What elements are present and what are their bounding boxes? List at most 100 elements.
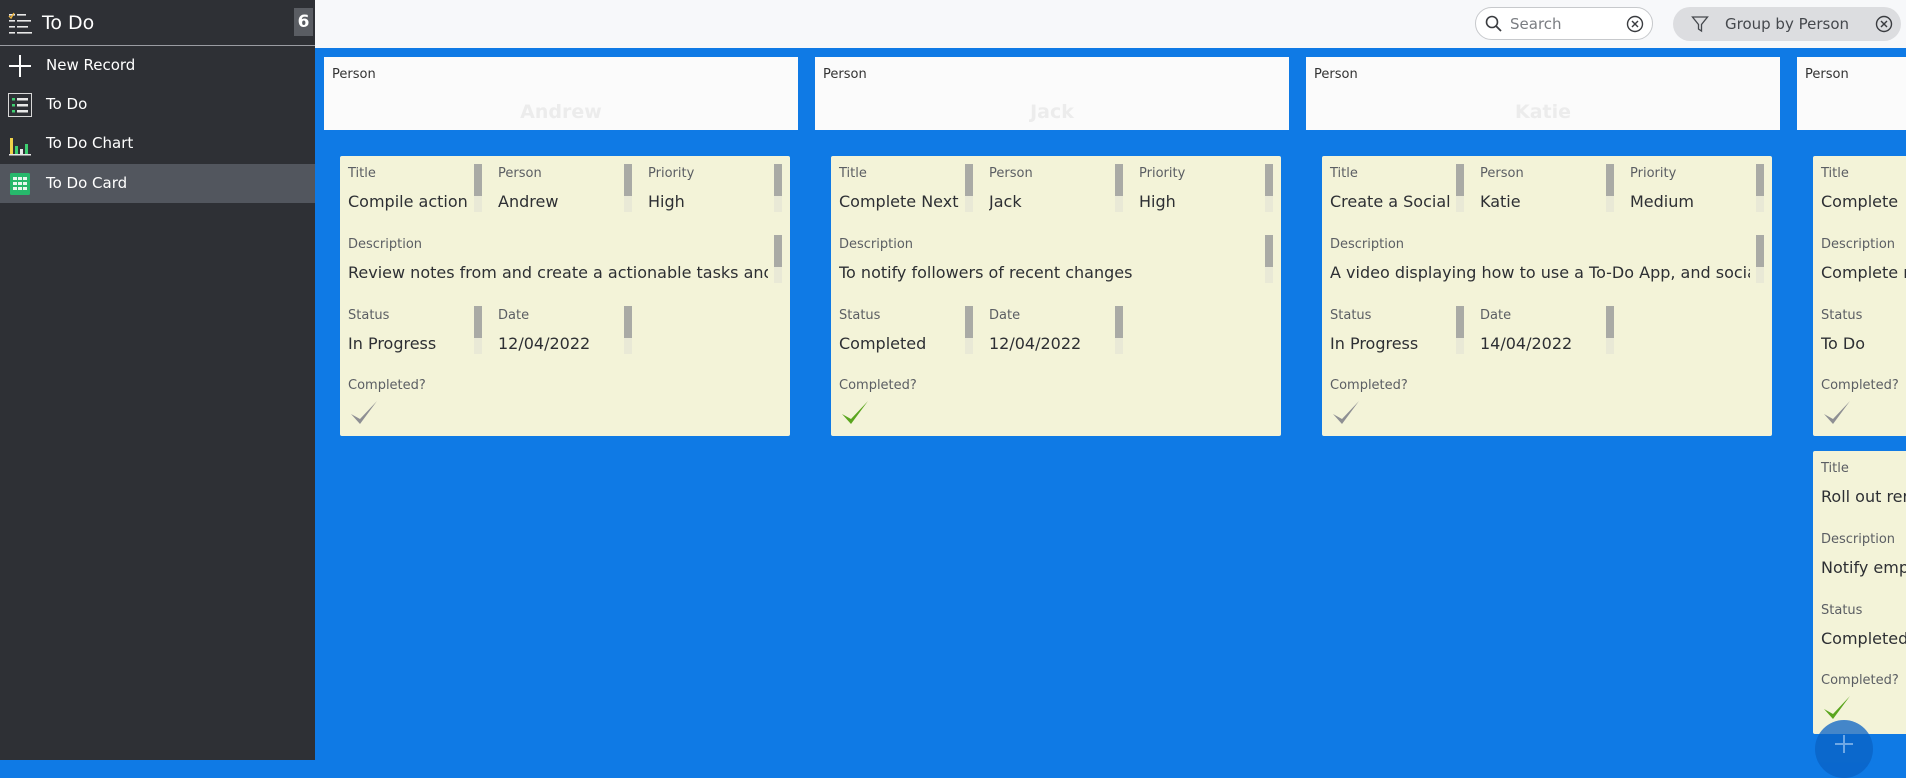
bar-chart-icon [9,138,31,156]
record-card[interactable]: Title Compile action Person Andrew Prior… [340,156,790,436]
app-list-icon [8,12,32,34]
clear-group-icon[interactable] [1875,15,1893,33]
status-value: To Do [1821,334,1866,353]
status-label: Status [348,308,390,323]
field-scrollbar[interactable] [1456,164,1464,212]
field-scrollbar[interactable] [1456,306,1464,354]
completed-label: Completed? [1330,378,1408,393]
plus-icon [9,55,31,77]
sidebar-header: To Do 6 [0,0,315,46]
status-value: Completed [1821,629,1906,648]
field-scrollbar[interactable] [624,164,632,212]
sidebar-item-label: New Record [46,56,136,74]
sidebar-item-to-do-card[interactable]: To Do Card [0,164,315,203]
sidebar-item-to-do-chart[interactable]: To Do Chart [0,124,315,163]
field-scrollbar[interactable] [1606,306,1614,354]
group-column-andrew: Person Andrew Title Compile action Perso… [316,48,806,760]
checkmark-icon[interactable] [1330,398,1362,428]
list-icon [8,93,32,117]
group-header-label: Person [823,67,867,82]
record-card[interactable]: Title Complete Next Person Jack Priority… [831,156,1281,436]
description-value: Notify empl [1821,558,1906,577]
priority-value: Medium [1630,192,1694,211]
title-label: Title [1821,166,1849,181]
person-label: Person [498,166,542,181]
group-header: Person Jack [815,57,1289,130]
field-scrollbar[interactable] [774,235,782,283]
date-label: Date [989,308,1021,323]
date-value: 12/04/2022 [989,334,1082,353]
field-scrollbar[interactable] [1115,306,1123,354]
clear-search-icon[interactable] [1626,15,1644,33]
checkmark-icon[interactable] [839,398,871,428]
field-scrollbar[interactable] [965,164,973,212]
sidebar-item-to-do[interactable]: To Do [0,85,315,124]
title-label: Title [1330,166,1358,181]
top-toolbar [315,0,1906,48]
priority-label: Priority [648,166,695,181]
group-header: Person [1797,57,1906,130]
status-label: Status [839,308,881,323]
description-label: Description [1821,532,1896,547]
title-value: Create a Social [1330,192,1451,211]
field-scrollbar[interactable] [774,164,782,212]
add-record-button[interactable] [1815,720,1873,778]
sidebar-item-label: To Do [46,95,88,113]
group-column-katie: Person Katie Title Create a Social Perso… [1298,48,1788,760]
group-by-label: Group by Person [1725,15,1850,33]
title-value: Compile action [348,192,468,211]
date-value: 12/04/2022 [498,334,591,353]
completed-label: Completed? [348,378,426,393]
record-card[interactable]: Title Create a Social Person Katie Prior… [1322,156,1772,436]
person-value: Katie [1480,192,1521,211]
checkmark-icon[interactable] [348,398,380,428]
plus-icon [1835,735,1853,753]
completed-label: Completed? [1821,378,1899,393]
status-label: Status [1821,308,1863,323]
search-placeholder: Search [1510,15,1562,33]
description-value: Review notes from and create a actionabl… [348,263,768,282]
field-scrollbar[interactable] [1265,235,1273,283]
field-scrollbar[interactable] [624,306,632,354]
title-value: Roll out rene [1821,487,1906,506]
person-value: Jack [989,192,1022,211]
description-label: Description [348,237,423,252]
field-scrollbar[interactable] [1115,164,1123,212]
checkmark-icon[interactable] [1821,693,1853,723]
status-label: Status [1821,603,1863,618]
search-input[interactable]: Search [1475,7,1653,40]
completed-label: Completed? [839,378,917,393]
card-grid-icon [10,173,30,195]
group-column-partial: Person Title Complete Description Comple… [1789,48,1906,760]
title-value: Complete Next [839,192,959,211]
description-label: Description [839,237,914,252]
record-card[interactable]: Title Roll out rene Description Notify e… [1813,451,1906,734]
priority-value: High [1139,192,1176,211]
field-scrollbar[interactable] [1756,235,1764,283]
priority-value: High [648,192,685,211]
field-scrollbar[interactable] [1265,164,1273,212]
title-label: Title [839,166,867,181]
sidebar-item-label: To Do Chart [46,134,134,152]
record-card[interactable]: Title Complete Description Complete ro S… [1813,156,1906,436]
group-header-value: Katie [1514,101,1572,123]
field-scrollbar[interactable] [965,306,973,354]
group-header-label: Person [332,67,376,82]
group-header-value: Andrew [520,101,602,123]
date-value: 14/04/2022 [1480,334,1573,353]
group-by-filter-chip[interactable]: Group by Person [1673,7,1901,41]
app-title: To Do [42,12,95,34]
group-header: Person Katie [1306,57,1780,130]
title-label: Title [348,166,376,181]
priority-label: Priority [1630,166,1677,181]
sidebar-item-new-record[interactable]: New Record [0,46,315,85]
field-scrollbar[interactable] [474,164,482,212]
group-header-label: Person [1805,67,1849,82]
field-scrollbar[interactable] [1606,164,1614,212]
field-scrollbar[interactable] [1756,164,1764,212]
field-scrollbar[interactable] [474,306,482,354]
priority-label: Priority [1139,166,1186,181]
description-value: To notify followers of recent changes [839,263,1133,282]
app-badge: 6 [294,8,313,36]
checkmark-icon[interactable] [1821,398,1853,428]
